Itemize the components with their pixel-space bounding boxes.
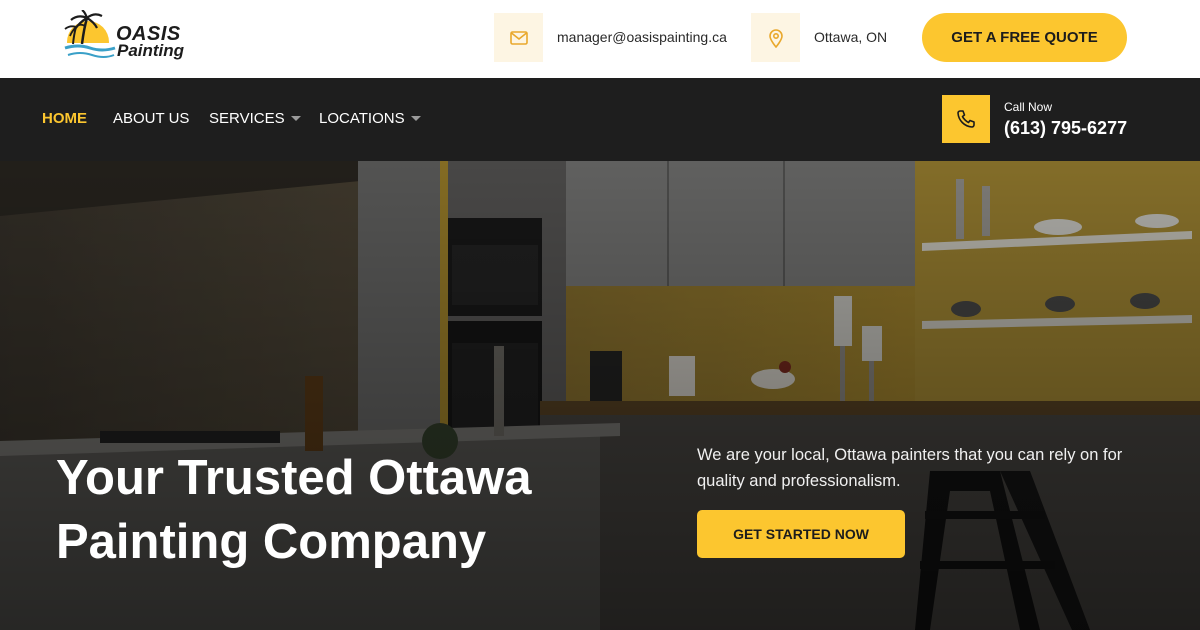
brand-name-line2: Painting xyxy=(117,41,185,60)
nav-item-label: LOCATIONS xyxy=(319,110,405,127)
caret-down-icon xyxy=(410,116,421,121)
envelope-icon xyxy=(509,30,528,45)
free-quote-button[interactable]: GET A FREE QUOTE xyxy=(922,13,1127,62)
top-bar: OASIS Painting manager@oasispainting.ca … xyxy=(0,0,1200,78)
phone-icon xyxy=(957,110,975,128)
nav-item-about-us[interactable]: ABOUT US xyxy=(113,110,189,127)
main-nav: HOME ABOUT US SERVICES LOCATIONS Call No… xyxy=(0,78,1200,161)
hero-title-line2: Painting Company xyxy=(56,515,487,569)
map-pin-icon xyxy=(768,28,783,48)
contact-email[interactable]: manager@oasispainting.ca xyxy=(557,29,727,45)
brand-logo[interactable]: OASIS Painting xyxy=(60,10,210,66)
get-started-button[interactable]: GET STARTED NOW xyxy=(697,510,905,558)
email-icon-box xyxy=(494,13,543,62)
hero-title-line1: Your Trusted Ottawa xyxy=(56,451,532,505)
location-icon-box xyxy=(751,13,800,62)
nav-item-label: HOME xyxy=(42,110,87,127)
nav-item-home[interactable]: HOME xyxy=(42,110,87,127)
hero-description: We are your local, Ottawa painters that … xyxy=(697,446,1123,490)
hero-section: Your Trusted Ottawa Painting Company We … xyxy=(0,161,1200,630)
nav-item-label: ABOUT US xyxy=(113,110,190,127)
hero-title: Your Trusted Ottawa Painting Company xyxy=(56,446,616,574)
nav-item-label: SERVICES xyxy=(209,110,285,127)
phone-number[interactable]: (613) 795-6277 xyxy=(1004,118,1127,139)
contact-location: Ottawa, ON xyxy=(814,29,888,45)
nav-item-locations[interactable]: LOCATIONS xyxy=(319,110,421,127)
call-icon-box[interactable] xyxy=(942,95,990,143)
caret-down-icon xyxy=(290,116,301,121)
nav-item-services[interactable]: SERVICES xyxy=(209,110,301,127)
call-now-label: Call Now xyxy=(1004,100,1053,114)
